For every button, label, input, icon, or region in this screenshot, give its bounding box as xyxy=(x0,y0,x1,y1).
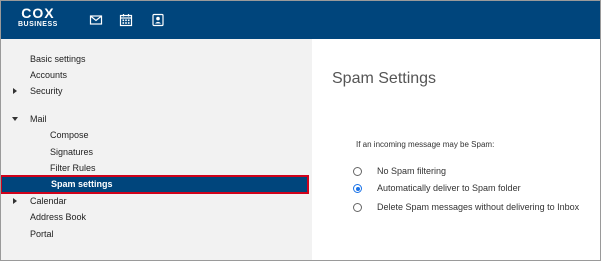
sidebar-item-label: Security xyxy=(30,86,63,96)
mail-icon[interactable] xyxy=(89,13,103,27)
expand-caret-icon[interactable] xyxy=(13,198,17,204)
calendar-icon[interactable] xyxy=(119,13,133,27)
sidebar-item-label: Spam settings xyxy=(51,179,113,189)
expand-caret-icon[interactable] xyxy=(13,88,17,94)
sidebar-item-mail[interactable]: Mail xyxy=(30,112,47,126)
sidebar-item-basic-settings[interactable]: Basic settings xyxy=(30,52,86,66)
sidebar-item-filter-rules[interactable]: Filter Rules xyxy=(50,161,96,175)
logo-name: COX xyxy=(21,5,55,21)
option-label: Automatically deliver to Spam folder xyxy=(377,183,521,193)
collapse-caret-icon[interactable] xyxy=(12,117,18,121)
sidebar-item-label: Calendar xyxy=(30,196,67,206)
sidebar-item-compose[interactable]: Compose xyxy=(50,128,89,142)
sidebar-item-signatures[interactable]: Signatures xyxy=(50,145,93,159)
sidebar-item-security[interactable]: Security xyxy=(30,84,63,98)
sidebar-item-label: Portal xyxy=(30,229,54,239)
sidebar-item-portal[interactable]: Portal xyxy=(30,227,54,241)
sidebar-item-label: Mail xyxy=(30,114,47,124)
contacts-icon[interactable] xyxy=(151,13,165,27)
sidebar-item-label: Address Book xyxy=(30,212,87,222)
logo-tagline: BUSINESS xyxy=(18,21,58,28)
radio-button[interactable] xyxy=(353,167,362,176)
option-label: Delete Spam messages without delivering … xyxy=(377,202,580,212)
sidebar-item-label: Accounts xyxy=(30,70,68,80)
radio-button-selected[interactable] xyxy=(353,184,362,193)
sidebar-item-label: Compose xyxy=(50,130,89,140)
sidebar-item-address-book[interactable]: Address Book xyxy=(30,210,86,224)
sidebar-item-accounts[interactable]: Accounts xyxy=(30,68,67,82)
spam-question-label: If an incoming message may be Spam: xyxy=(356,140,495,149)
page-title: Spam Settings xyxy=(332,70,437,87)
top-bar: COX BUSINESS xyxy=(1,1,600,39)
sidebar-item-label: Filter Rules xyxy=(50,163,96,173)
sidebar-item-label: Basic settings xyxy=(30,54,86,64)
cox-business-logo[interactable]: COX BUSINESS xyxy=(18,6,58,28)
sidebar-item-spam-settings[interactable]: Spam settings xyxy=(1,175,309,194)
option-label: No Spam filtering xyxy=(377,166,447,176)
app-window: COX BUSINESS Basic settings Accounts Sec… xyxy=(0,0,601,261)
sidebar-item-label: Signatures xyxy=(50,147,94,157)
sidebar-item-calendar[interactable]: Calendar xyxy=(30,194,67,208)
radio-button[interactable] xyxy=(353,203,362,212)
